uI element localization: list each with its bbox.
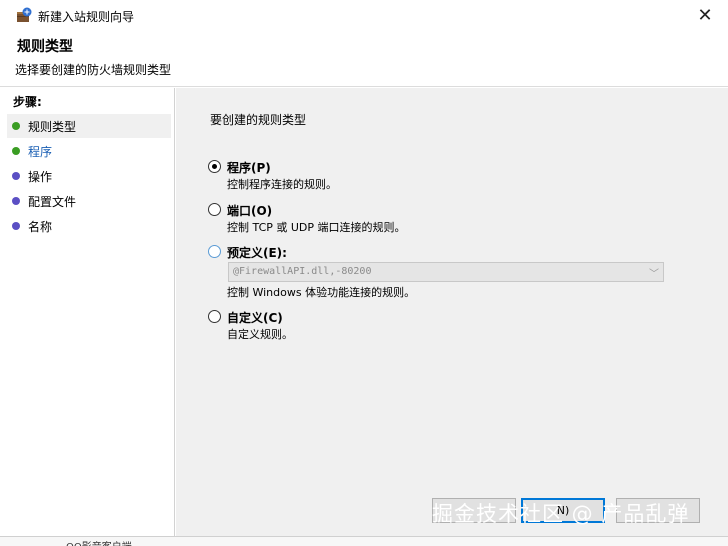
page-subtitle: 选择要创建的防火墙规则类型: [15, 63, 172, 77]
option-title: 程序(P): [227, 161, 271, 175]
rule-type-prompt: 要创建的规则类型: [210, 113, 307, 127]
step-label: 程序: [28, 144, 53, 159]
steps-label: 步骤:: [13, 95, 42, 109]
option-title: 自定义(C): [227, 311, 283, 325]
port-radio[interactable]: [208, 203, 221, 216]
predefined-select[interactable]: @FirewallAPI.dll,-80200 ﹀: [228, 262, 664, 282]
chevron-down-icon: ﹀: [649, 269, 659, 280]
program-radio[interactable]: [208, 160, 221, 173]
step-rule-type[interactable]: 规则类型: [7, 114, 171, 138]
option-title: 端口(O): [227, 204, 273, 218]
step-status-icon: [12, 147, 20, 155]
page-title: 规则类型: [17, 39, 73, 55]
option-description: 控制程序连接的规则。: [227, 178, 337, 191]
wizard-header: 规则类型 选择要创建的防火墙规则类型: [0, 31, 728, 87]
step-program[interactable]: 程序: [7, 139, 171, 163]
step-action[interactable]: 操作: [7, 164, 171, 188]
option-title: 预定义(E):: [227, 246, 287, 260]
window-title: 新建入站规则向导: [38, 10, 135, 24]
step-label: 规则类型: [28, 119, 77, 134]
option-description: 控制 TCP 或 UDP 端口连接的规则。: [227, 221, 406, 234]
background-list-row: QQ影音客户端: [66, 538, 132, 546]
step-status-icon: [12, 222, 20, 230]
option-description: 自定义规则。: [227, 328, 293, 341]
step-status-icon: [12, 172, 20, 180]
predefined-select-value: @FirewallAPI.dll,-80200: [233, 266, 372, 277]
steps-panel: 步骤: 规则类型 程序 操作 配置文件 名称: [0, 88, 175, 546]
step-label: 名称: [28, 219, 53, 234]
custom-radio[interactable]: [208, 310, 221, 323]
watermark: 掘金技术社区 @ 产品乱弹: [432, 502, 690, 526]
step-label: 操作: [28, 169, 53, 184]
option-description: 控制 Windows 体验功能连接的规则。: [227, 286, 416, 299]
predefined-radio[interactable]: [208, 245, 221, 258]
close-icon: ✕: [697, 5, 713, 26]
step-status-icon: [12, 197, 20, 205]
step-label: 配置文件: [28, 194, 77, 209]
step-status-icon: [12, 122, 20, 130]
main-content: 要创建的规则类型 程序(P) 控制程序连接的规则。 端口(O) 控制 TCP 或…: [176, 88, 728, 546]
step-profile[interactable]: 配置文件: [7, 189, 171, 213]
title-bar: 新建入站规则向导 ✕: [0, 0, 728, 31]
step-name[interactable]: 名称: [7, 214, 171, 238]
close-button[interactable]: ✕: [682, 0, 728, 31]
firewall-icon: [17, 7, 32, 22]
